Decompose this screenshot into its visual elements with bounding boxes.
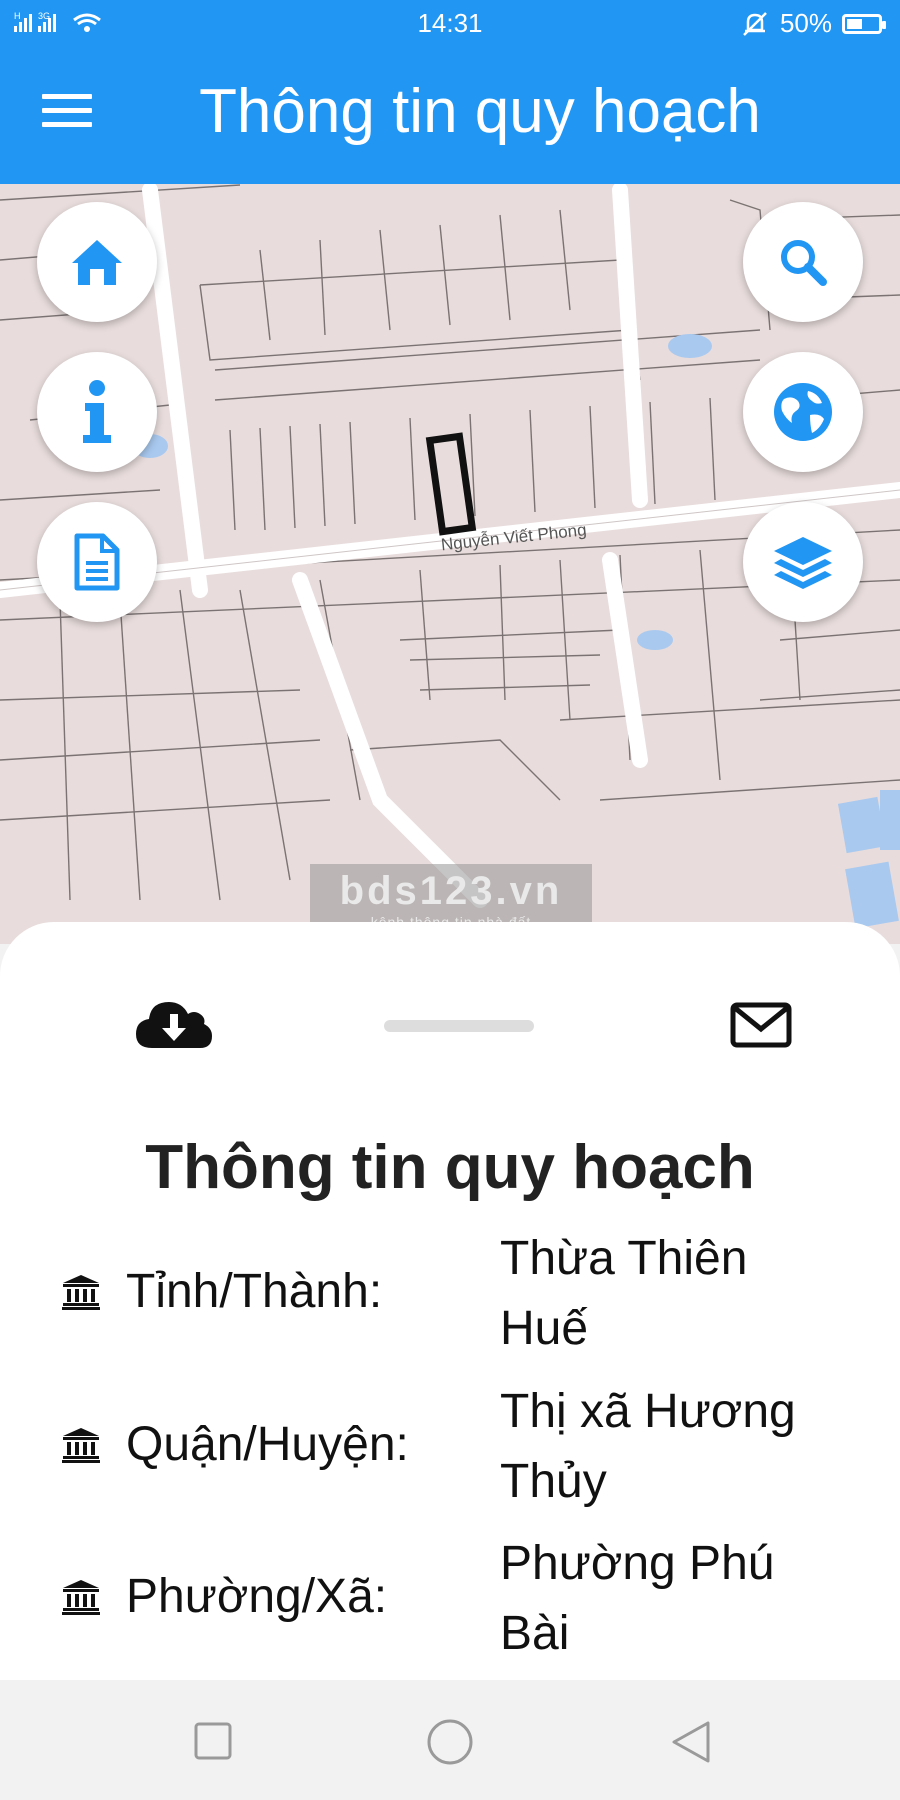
mute-icon	[743, 11, 767, 36]
sheet-title: Thông tin quy hoạch	[145, 1133, 755, 1202]
watermark-brand: bds123.vn	[339, 869, 563, 913]
value-ward-line1: Phường Phú	[500, 1537, 775, 1590]
layers-button[interactable]	[743, 502, 863, 622]
value-ward: Phường Phú Bài	[500, 1529, 840, 1669]
label-district: Quận/Huyện:	[126, 1418, 409, 1471]
battery-icon	[842, 13, 886, 34]
app-bar: Thông tin quy hoạch	[0, 46, 900, 184]
status-bar: H 3G 14:31 50%	[0, 0, 900, 46]
document-icon	[74, 533, 120, 591]
drag-handle[interactable]	[384, 1020, 534, 1032]
search-button[interactable]	[743, 202, 863, 322]
info-button[interactable]	[37, 352, 157, 472]
system-nav-bar	[0, 1680, 900, 1800]
government-building-icon	[62, 1275, 100, 1310]
label-ward: Phường/Xã:	[126, 1570, 388, 1623]
value-province-line2: Huế	[500, 1302, 589, 1355]
back-icon[interactable]	[670, 1720, 712, 1764]
page-title: Thông tin quy hoạch	[199, 77, 761, 146]
layers-icon	[774, 537, 832, 589]
info-icon	[83, 380, 111, 443]
value-district: Thị xã Hương Thủy	[500, 1377, 840, 1517]
search-icon	[781, 240, 827, 286]
value-ward-line2: Bài	[500, 1607, 570, 1660]
globe-button[interactable]	[743, 352, 863, 472]
cloud-download-icon[interactable]	[134, 994, 214, 1050]
document-button[interactable]	[37, 502, 157, 622]
home-icon	[72, 240, 122, 285]
globe-icon	[774, 383, 832, 441]
value-province-line1: Thừa Thiên	[500, 1232, 748, 1285]
home-button[interactable]	[37, 202, 157, 322]
home-nav-icon[interactable]	[427, 1719, 473, 1765]
info-bottom-sheet: Thông tin quy hoạch Tỉnh/Thành: Thừa Thi…	[0, 922, 900, 1680]
battery-percent: 50%	[779, 8, 832, 38]
government-building-icon	[62, 1580, 100, 1615]
value-district-line1: Thị xã Hương	[500, 1385, 796, 1438]
planning-map[interactable]: Nguyễn Viết Phong	[0, 184, 900, 944]
value-province: Thừa Thiên Huế	[500, 1224, 840, 1364]
mail-icon[interactable]	[730, 1002, 792, 1048]
label-province: Tỉnh/Thành:	[126, 1265, 383, 1318]
value-district-line2: Thủy	[500, 1455, 607, 1508]
government-building-icon	[62, 1428, 100, 1463]
recent-apps-icon[interactable]	[194, 1722, 232, 1760]
